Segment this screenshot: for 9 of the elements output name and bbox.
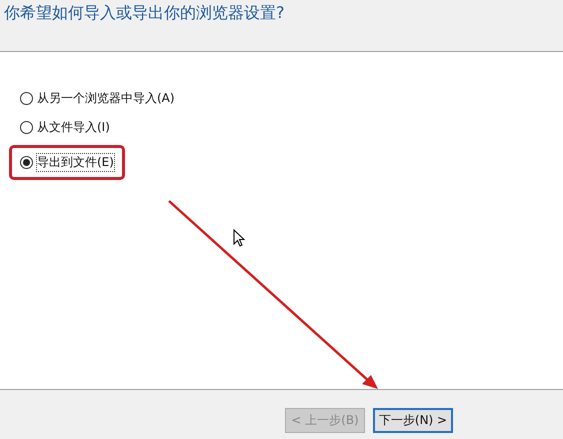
dialog-heading: 你希望如何导入或导出你的浏览器设置? xyxy=(4,3,286,24)
radio-button[interactable] xyxy=(20,121,33,134)
next-button[interactable]: 下一步(N) > xyxy=(373,408,453,433)
option-label[interactable]: 从文件导入(I) xyxy=(37,119,110,136)
option-label[interactable]: 导出到文件(E) xyxy=(37,154,114,171)
radio-button[interactable] xyxy=(20,156,33,169)
cursor-icon xyxy=(233,229,245,247)
radio-button[interactable] xyxy=(20,92,33,105)
option-label[interactable]: 从另一个浏览器中导入(A) xyxy=(37,90,175,107)
